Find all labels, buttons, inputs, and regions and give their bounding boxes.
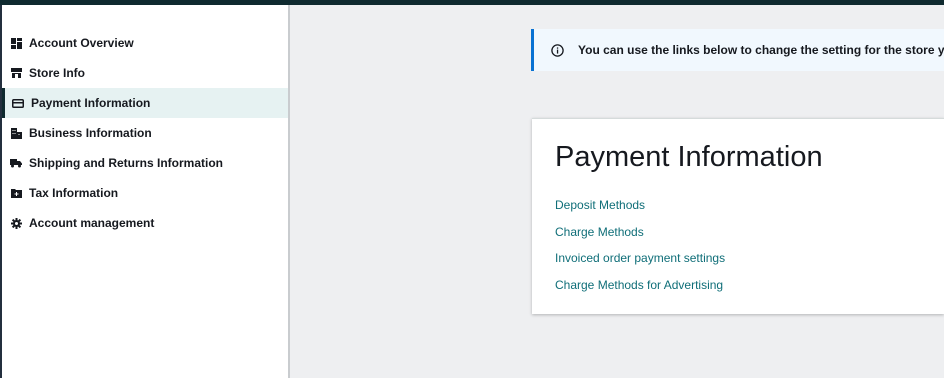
sidebar-item-label: Account management — [29, 216, 155, 230]
sidebar-item-label: Payment Information — [31, 96, 151, 110]
list-item: Charge Methods — [555, 224, 725, 251]
info-icon — [551, 43, 564, 57]
sidebar-item-label: Store Info — [29, 66, 85, 80]
sidebar-nav: Account Overview Store Info Payment Info… — [2, 28, 288, 238]
sidebar: Account Overview Store Info Payment Info… — [2, 5, 290, 378]
sidebar-item-store-info[interactable]: Store Info — [2, 58, 288, 88]
list-item: Charge Methods for Advertising — [555, 277, 725, 304]
sidebar-item-account-management[interactable]: Account management — [2, 208, 288, 238]
payment-links-list: Deposit Methods Charge Methods Invoiced … — [555, 197, 725, 303]
sidebar-item-label: Business Information — [29, 126, 152, 140]
sidebar-item-business-information[interactable]: Business Information — [2, 118, 288, 148]
info-banner: You can use the links below to change th… — [531, 29, 944, 71]
info-banner-text: You can use the links below to change th… — [578, 43, 944, 57]
invoiced-order-payment-settings-link[interactable]: Invoiced order payment settings — [555, 251, 725, 265]
deposit-methods-link[interactable]: Deposit Methods — [555, 198, 645, 212]
list-item: Deposit Methods — [555, 197, 725, 224]
dashboard-icon — [10, 37, 22, 49]
sidebar-item-account-overview[interactable]: Account Overview — [2, 28, 288, 58]
page-title: Payment Information — [555, 141, 823, 173]
sidebar-item-label: Shipping and Returns Information — [29, 156, 223, 170]
gear-icon — [10, 217, 22, 229]
building-icon — [10, 127, 22, 139]
charge-methods-link[interactable]: Charge Methods — [555, 225, 644, 239]
sidebar-item-payment-information[interactable]: Payment Information — [2, 88, 288, 118]
list-item: Invoiced order payment settings — [555, 250, 725, 277]
sidebar-item-label: Tax Information — [29, 186, 119, 200]
sidebar-item-shipping-returns[interactable]: Shipping and Returns Information — [2, 148, 288, 178]
store-icon — [10, 67, 22, 79]
truck-icon — [10, 157, 22, 169]
tax-folder-icon — [10, 187, 22, 199]
payment-information-card: Payment Information Deposit Methods Char… — [532, 118, 944, 314]
sidebar-item-label: Account Overview — [29, 36, 134, 50]
charge-methods-advertising-link[interactable]: Charge Methods for Advertising — [555, 278, 723, 292]
sidebar-item-tax-information[interactable]: Tax Information — [2, 178, 288, 208]
credit-card-icon — [12, 97, 24, 109]
